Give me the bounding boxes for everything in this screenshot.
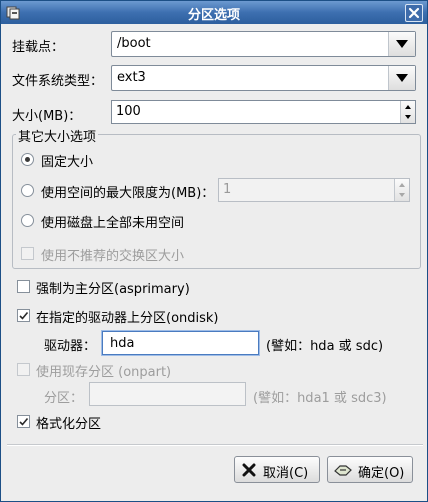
filesystem-type-dropdown-button[interactable] (388, 66, 415, 90)
partition-input[interactable] (89, 382, 246, 406)
mount-point-combo[interactable]: /boot (111, 31, 416, 57)
partition-input-field[interactable] (95, 386, 239, 403)
format-label[interactable]: 格式化分区 (36, 413, 101, 432)
fixed-size-radio[interactable] (21, 153, 34, 166)
partition-hint: (譬如：hda1 或 sdc3) (253, 391, 387, 406)
spin-arrows-icon (399, 183, 405, 197)
max-size-spin-buttons[interactable] (394, 179, 409, 201)
title-bar[interactable]: 分区选项 (1, 1, 427, 24)
ok-button[interactable]: 确定(O) (327, 456, 413, 483)
drive-label: 驱动器： (44, 339, 97, 354)
partition-label: 分区： (44, 391, 84, 406)
asprimary-checkbox[interactable] (17, 280, 30, 293)
mount-point-value[interactable]: /boot (117, 36, 151, 51)
max-size-value: 1 (223, 182, 232, 197)
ondisk-checkbox[interactable] (17, 309, 30, 322)
size-value[interactable]: 100 (116, 104, 141, 119)
drive-input-field[interactable] (108, 335, 252, 352)
format-checkbox[interactable] (17, 415, 30, 428)
onpart-checkbox[interactable] (17, 363, 30, 376)
triangle-down-icon (396, 40, 408, 48)
recommended-swap-checkbox[interactable] (21, 247, 34, 260)
max-size-label[interactable]: 使用空间的最大限度为(MB)： (41, 182, 214, 201)
checkmark-icon (19, 311, 29, 320)
spin-arrows-icon (405, 105, 411, 119)
button-separator (7, 444, 423, 446)
window-title: 分区选项 (187, 8, 240, 23)
other-size-options-title: 其它大小选项 (16, 126, 99, 145)
fill-all-space-label[interactable]: 使用磁盘上全部未用空间 (41, 212, 184, 231)
fixed-size-label[interactable]: 固定大小 (41, 151, 93, 170)
triangle-down-icon (396, 74, 408, 82)
size-spin-buttons[interactable] (400, 101, 415, 123)
max-size-spinbox[interactable]: 1 (218, 178, 410, 202)
cancel-x-icon (241, 462, 257, 482)
ok-button-label: 确定(O) (358, 466, 405, 481)
partition-options-dialog: 分区选项 挂载点： /boot 文件系统类型： ext3 大小(MB)： 100 (0, 0, 428, 502)
close-icon (408, 7, 420, 19)
cancel-button[interactable]: 取消(C) (234, 456, 320, 483)
cancel-button-label: 取消(C) (263, 466, 309, 481)
drive-hint: (譬如：hda 或 sdc) (266, 339, 384, 354)
onpart-label: 使用现存分区 (onpart) (36, 365, 172, 380)
drive-input[interactable] (102, 331, 259, 355)
close-button[interactable] (405, 4, 423, 22)
filesystem-type-label: 文件系统类型： (12, 74, 104, 89)
mount-point-dropdown-button[interactable] (388, 32, 415, 56)
size-spinbox[interactable]: 100 (111, 100, 416, 124)
mount-point-label: 挂载点： (12, 40, 65, 55)
ok-hand-icon (334, 462, 352, 482)
recommended-swap-label: 使用不推荐的交换区大小 (41, 249, 185, 264)
ondisk-label[interactable]: 在指定的驱动器上分区(ondisk) (36, 307, 219, 326)
filesystem-type-combo[interactable]: ext3 (111, 65, 416, 91)
max-size-radio[interactable] (21, 184, 34, 197)
asprimary-label[interactable]: 强制为主分区(asprimary) (36, 278, 190, 297)
checkmark-icon (19, 417, 29, 426)
filesystem-type-value: ext3 (117, 70, 146, 85)
fill-all-space-radio[interactable] (21, 214, 34, 227)
size-label: 大小(MB)： (12, 109, 82, 124)
